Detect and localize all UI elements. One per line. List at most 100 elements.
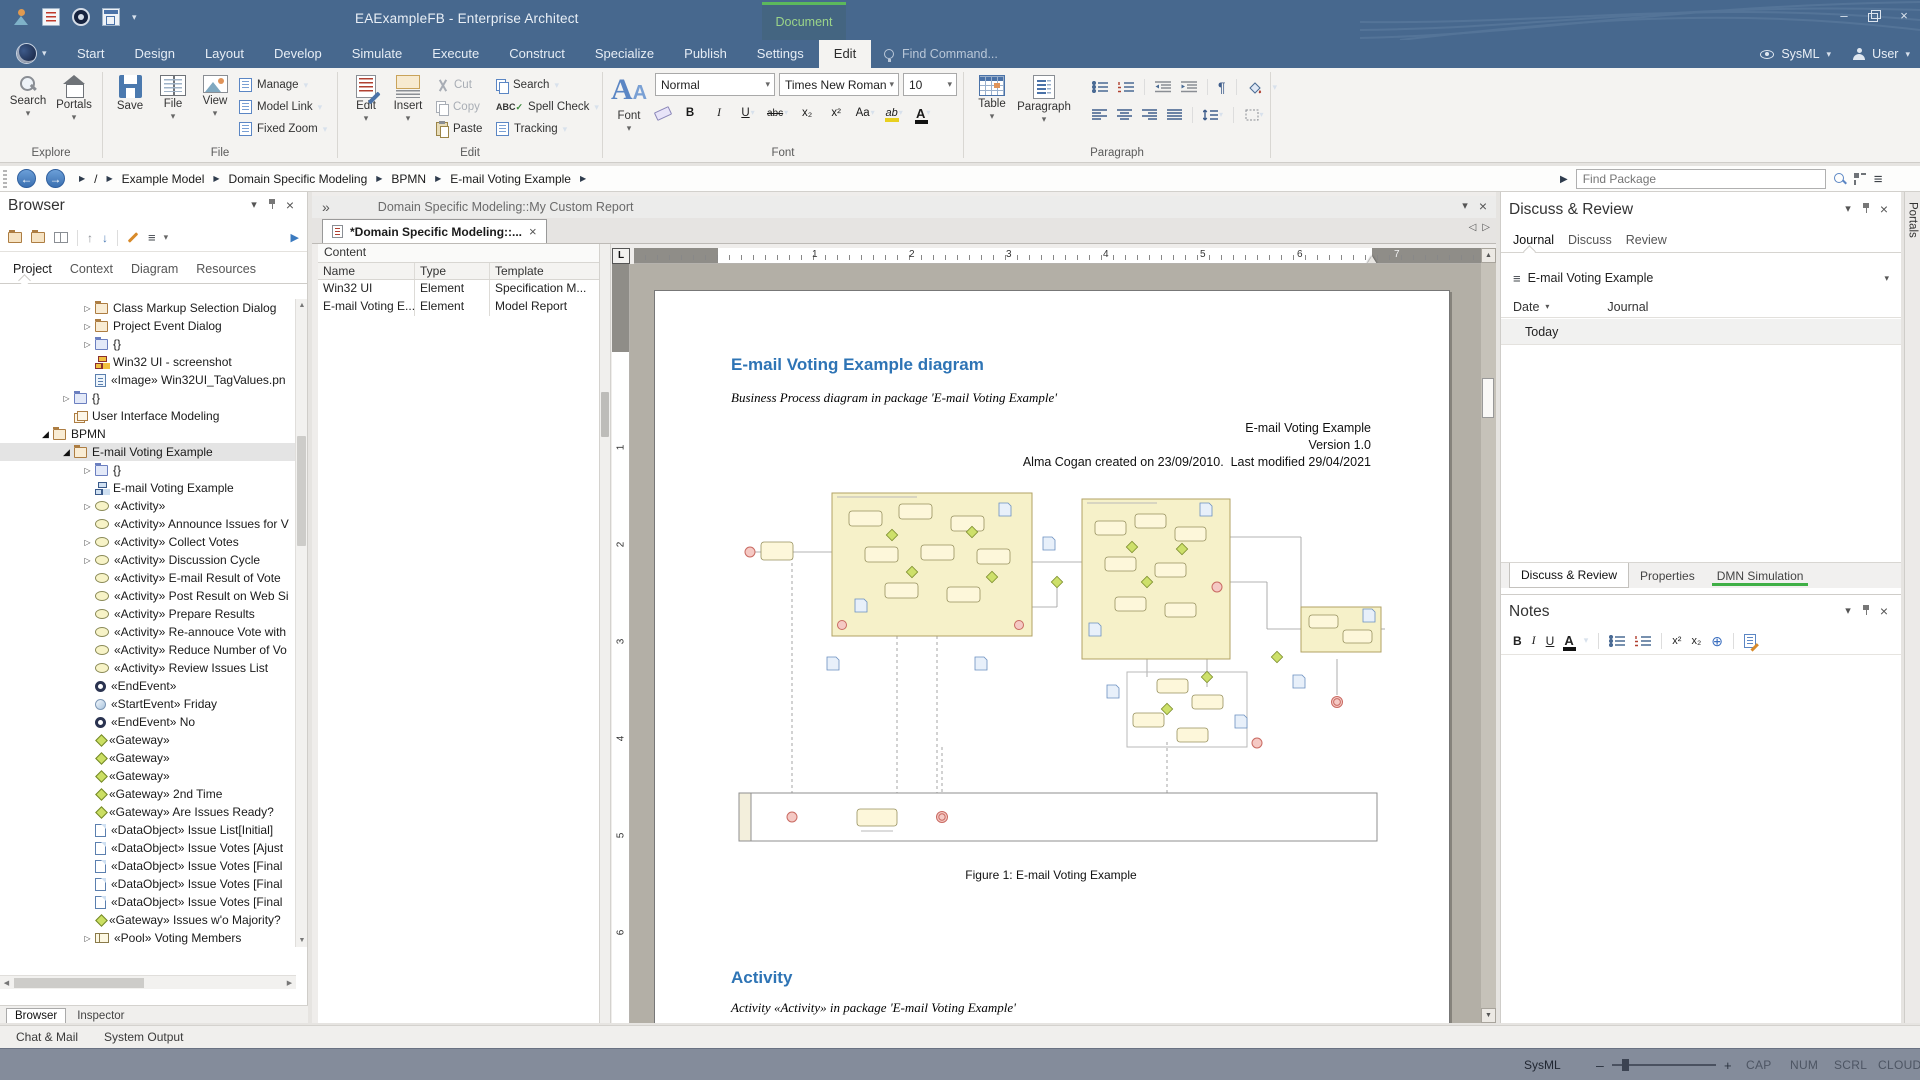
tree-item[interactable]: «EndEvent» No [0,713,296,731]
tree-item[interactable]: «DataObject» Issue List[Initial] [0,821,296,839]
ribbon-tab-start[interactable]: Start [62,40,119,68]
tree-item[interactable]: User Interface Modeling [0,407,296,425]
fill-bucket-icon[interactable] [1247,80,1263,94]
discuss-caret-icon[interactable]: ▾ [1839,202,1857,218]
tree-item[interactable]: «Gateway» Issues w'o Majority? [0,911,296,929]
browser-tab-resources[interactable]: Resources [189,258,263,280]
restore-button[interactable] [1866,8,1882,24]
notes-italic-icon[interactable]: I [1532,633,1536,648]
tree-expand-icon[interactable]: ▷ [80,934,95,943]
minimize-button[interactable]: – [1836,8,1852,24]
tree-expand-icon[interactable]: ◢ [59,447,74,458]
line-spacing-button[interactable]: ▾ [1203,104,1223,126]
highlight-button[interactable]: ab▾ [884,102,904,124]
borders-button[interactable]: ▾ [1244,104,1264,126]
browser-hamburger-icon[interactable]: ≡ [148,230,155,245]
browser-hamburger-caret[interactable]: ▾ [164,233,169,242]
pilcrow-icon[interactable]: ¶ [1218,79,1226,95]
document-tab-close-icon[interactable]: × [529,224,537,239]
search-menu-button[interactable]: Search▾ [496,74,559,96]
tree-item[interactable]: ◢BPMN [0,425,296,443]
close-button[interactable]: × [1896,8,1912,24]
content-column-header[interactable]: Name [318,263,415,279]
ribbon-tab-edit[interactable]: Edit [819,40,871,68]
discuss-close-icon[interactable]: × [1875,202,1893,218]
bold-button[interactable]: B [680,102,700,124]
content-column-header[interactable]: Type [415,263,490,279]
panel-tab-discuss-review[interactable]: Discuss & Review [1509,563,1629,588]
breadcrumb-item[interactable]: Domain Specific Modeling [229,172,368,186]
view-button[interactable]: View▾ [193,72,237,144]
portals-strip-label[interactable]: Portals [1907,202,1919,238]
status-perspective[interactable]: SysML [1524,1049,1561,1080]
tree-item[interactable]: «Activity» Re-annouce Vote with [0,623,296,641]
find-package-input[interactable] [1576,169,1826,189]
wheel-icon[interactable] [72,8,90,26]
tree-item[interactable]: E-mail Voting Example [0,479,296,497]
dock-tab-browser[interactable]: Browser [6,1008,66,1023]
tree-expand-icon[interactable]: ◢ [38,429,53,440]
tree-item[interactable]: «Gateway» 2nd Time [0,785,296,803]
date-filter-caret-icon[interactable]: ▾ [1545,302,1549,311]
move-down-icon[interactable]: ↓ [102,231,108,245]
discuss-tab-journal[interactable]: Journal [1513,233,1554,247]
tree-item[interactable]: ◢E-mail Voting Example [0,443,296,461]
notes-bold-icon[interactable]: B [1513,634,1522,648]
bullet-list-icon[interactable] [1092,81,1108,93]
breadcrumb-item[interactable]: / [94,172,97,186]
tab-stop-selector[interactable]: L [612,248,630,264]
editor-caret-icon[interactable]: ▾ [1456,199,1474,215]
edit-button[interactable]: Edit▾ [344,72,388,144]
tree-expand-icon[interactable]: ▷ [80,340,95,349]
tree-item[interactable]: «Activity» Prepare Results [0,605,296,623]
tree-expand-icon[interactable]: ▷ [80,322,95,331]
tree-item[interactable]: «Gateway» [0,767,296,785]
tree-item[interactable]: «Activity» Review Issues List [0,659,296,677]
zoom-slider-thumb[interactable] [1622,1059,1629,1071]
ribbon-tab-settings[interactable]: Settings [742,40,819,68]
font-size-combobox[interactable]: 10▾ [903,73,957,96]
numbered-list-icon[interactable] [1118,81,1134,93]
back-button[interactable]: ← [17,169,36,188]
tree-item[interactable]: «Activity» E-mail Result of Vote [0,569,296,587]
ribbon-tab-construct[interactable]: Construct [494,40,580,68]
notes-pin-icon[interactable] [1857,604,1875,620]
margin-marker[interactable] [1367,256,1377,264]
notes-translate-icon[interactable] [1744,634,1756,648]
hamburger-menu-icon[interactable]: ≡ [1874,171,1882,188]
content-row[interactable]: E-mail Voting E...ElementModel Report [318,298,599,316]
clear-format-icon[interactable] [654,106,672,121]
tree-item[interactable]: ▷«Activity» [0,497,296,515]
perspective-label[interactable]: SysML [1781,47,1819,61]
tree-item[interactable]: ▷{} [0,461,296,479]
breadcrumb-item[interactable]: Example Model [122,172,205,186]
user-caret-icon[interactable]: ▾ [1905,50,1910,59]
italic-button[interactable]: I [709,102,729,124]
portals-strip[interactable]: Portals [1904,192,1920,1023]
tree-item[interactable]: Win32 UI - screenshot [0,353,296,371]
drag-handle[interactable] [3,170,7,188]
copy-button[interactable]: Copy [436,96,480,118]
ribbon-tab-design[interactable]: Design [119,40,189,68]
increase-indent-icon[interactable] [1181,81,1197,93]
ribbon-tab-layout[interactable]: Layout [190,40,259,68]
change-case-button[interactable]: Aa▾ [855,102,875,124]
content-column-header[interactable]: Template [490,263,599,279]
tree-expand-icon[interactable]: ▷ [80,556,95,565]
tree-item[interactable]: «Image» Win32UI_TagValues.pn [0,371,296,389]
tree-item[interactable]: ▷{} [0,389,296,407]
browser-tab-project[interactable]: Project [6,258,59,280]
style-combobox[interactable]: Normal▾ [655,73,775,96]
tree-expand-icon[interactable]: ▷ [80,538,95,547]
align-left-icon[interactable] [1092,109,1107,121]
table-button[interactable]: Table▾ [970,72,1014,144]
browser-vertical-scrollbar[interactable]: ▲ ▼ [295,299,307,947]
window-layout-icon[interactable] [102,8,120,26]
ribbon-tab-publish[interactable]: Publish [669,40,742,68]
tab-scroll-right-icon[interactable]: ▷ [1482,222,1490,233]
font-color-button[interactable]: A▾ [913,102,933,124]
dock-tab-inspector[interactable]: Inspector [68,1008,133,1023]
ribbon-tab-specialize[interactable]: Specialize [580,40,669,68]
user-model-icon[interactable] [12,8,30,26]
perspective-caret-icon[interactable]: ▾ [1827,50,1832,59]
